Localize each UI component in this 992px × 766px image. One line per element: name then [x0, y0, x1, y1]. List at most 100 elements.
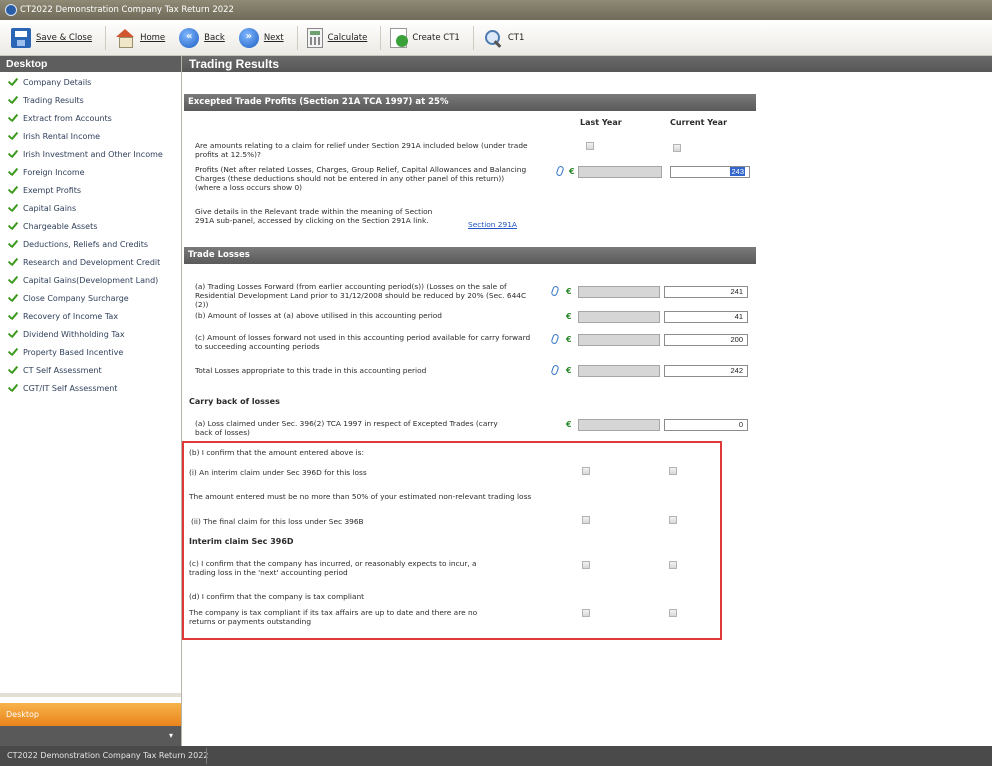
section-291a-current-year-checkbox[interactable] [673, 144, 681, 152]
sidebar-item-chargeable-assets[interactable]: Chargeable Assets [0, 218, 181, 236]
losses-utilised-current-year-field[interactable]: 41 [664, 311, 748, 323]
sidebar-item-label: Close Company Surcharge [23, 294, 129, 303]
checkmark-icon [7, 293, 19, 304]
toolbar: Save & Close Home Back Next Calculate Cr… [0, 20, 992, 56]
sidebar-item-extract-from-accounts[interactable]: Extract from Accounts [0, 110, 181, 128]
sidebar-item-label: Recovery of Income Tax [23, 312, 119, 321]
checkmark-icon [7, 347, 19, 358]
sidebar-item-research-development[interactable]: Research and Development Credit [0, 254, 181, 272]
section-291a-last-year-checkbox[interactable] [586, 142, 594, 150]
main-panel: Trading Results Excepted Trade Profits (… [182, 56, 992, 746]
checkmark-icon [7, 257, 19, 268]
sidebar-item-recovery-income-tax[interactable]: Recovery of Income Tax [0, 308, 181, 326]
calculate-button[interactable]: Calculate [302, 24, 373, 52]
next-button[interactable]: Next [234, 24, 289, 52]
interim-claim-title: Interim claim Sec 396D [189, 537, 294, 546]
sidebar-item-property-incentive[interactable]: Property Based Incentive [0, 344, 181, 362]
home-button[interactable]: Home [110, 24, 170, 52]
sidebar-item-capital-gains-development[interactable]: Capital Gains(Development Land) [0, 272, 181, 290]
save-close-button[interactable]: Save & Close [6, 24, 97, 52]
sidebar-item-label: CT Self Assessment [23, 366, 102, 375]
sidebar-item-label: Dividend Withholding Tax [23, 330, 125, 339]
sidebar-item-label: Capital Gains(Development Land) [23, 276, 159, 285]
interim-claim-label: (i) An interim claim under Sec 396D for … [189, 468, 367, 477]
total-losses-current-year-field[interactable]: 242 [664, 365, 748, 377]
attachment-icon[interactable] [550, 333, 560, 345]
interim-claim-last-year-checkbox[interactable] [582, 467, 590, 475]
profits-label: Profits (Net after related Losses, Charg… [195, 165, 527, 192]
sidebar-item-cgt-it-self-assessment[interactable]: CGT/IT Self Assessment [0, 380, 181, 398]
profits-current-year-value: 243 [730, 167, 745, 176]
attachment-icon[interactable] [555, 165, 565, 177]
total-losses-label: Total Losses appropriate to this trade i… [195, 366, 427, 375]
sidebar: Desktop Company Details Trading Results … [0, 56, 182, 746]
sidebar-item-close-company-surcharge[interactable]: Close Company Surcharge [0, 290, 181, 308]
excepted-trade-section-header: Excepted Trade Profits (Section 21A TCA … [184, 94, 756, 111]
losses-carry-forward-current-year-field[interactable]: 200 [664, 334, 748, 346]
status-separator [206, 748, 207, 764]
checkmark-icon [7, 77, 19, 88]
sidebar-item-label: Chargeable Assets [23, 222, 98, 231]
losses-carry-forward-label: (c) Amount of losses forward not used in… [195, 333, 531, 351]
create-document-icon [390, 27, 409, 48]
trading-losses-forward-label: (a) Trading Losses Forward (from earlier… [195, 282, 527, 309]
tax-compliant-current-year-checkbox[interactable] [669, 609, 677, 617]
profits-current-year-field[interactable]: 243 [670, 166, 750, 178]
checkmark-icon [7, 365, 19, 376]
sidebar-item-label: Company Details [23, 78, 92, 87]
section-291a-details-text: Give details in the Relevant trade withi… [195, 207, 433, 225]
back-button[interactable]: Back [174, 24, 230, 52]
sidebar-item-irish-investment[interactable]: Irish Investment and Other Income [0, 146, 181, 164]
losses-forward-current-year-field[interactable]: 241 [664, 286, 748, 298]
sidebar-item-exempt-profits[interactable]: Exempt Profits [0, 182, 181, 200]
attachment-icon[interactable] [550, 285, 560, 297]
final-claim-current-year-checkbox[interactable] [669, 516, 677, 524]
euro-icon: € [569, 167, 575, 176]
ct1-button[interactable]: CT1 [478, 24, 530, 52]
section-291a-link[interactable]: Section 291A [468, 220, 517, 229]
next-period-loss-current-year-checkbox[interactable] [669, 561, 677, 569]
sidebar-item-label: CGT/IT Self Assessment [23, 384, 118, 393]
sidebar-header: Desktop [0, 56, 181, 72]
home-icon [115, 28, 135, 48]
sidebar-item-label: Capital Gains [23, 204, 77, 213]
losses-utilised-last-year-field [578, 311, 660, 323]
loss-claimed-current-year-field[interactable]: 0 [664, 419, 748, 431]
sidebar-item-dividend-withholding[interactable]: Dividend Withholding Tax [0, 326, 181, 344]
sidebar-item-irish-rental-income[interactable]: Irish Rental Income [0, 128, 181, 146]
euro-icon: € [566, 366, 572, 375]
status-bar: CT2022 Demonstration Company Tax Return … [0, 746, 992, 766]
confirm-amount-label: (b) I confirm that the amount entered ab… [189, 448, 364, 457]
checkmark-icon [7, 113, 19, 124]
next-arrow-icon [238, 27, 259, 48]
ct1-label: CT1 [507, 32, 525, 43]
checkmark-icon [7, 311, 19, 322]
sidebar-item-trading-results[interactable]: Trading Results [0, 92, 181, 110]
create-ct1-button[interactable]: Create CT1 [385, 24, 464, 52]
sidebar-splitter[interactable] [0, 693, 181, 697]
checkmark-icon [7, 221, 19, 232]
sidebar-item-company-details[interactable]: Company Details [0, 74, 181, 92]
final-claim-last-year-checkbox[interactable] [582, 516, 590, 524]
sidebar-item-label: Irish Rental Income [23, 132, 101, 141]
toolbar-separator [296, 25, 298, 50]
attachment-icon[interactable] [550, 364, 560, 376]
tax-compliant-last-year-checkbox[interactable] [582, 609, 590, 617]
sidebar-item-deductions[interactable]: Deductions, Reliefs and Credits [0, 236, 181, 254]
desktop-button[interactable]: Desktop [0, 703, 181, 726]
sidebar-item-ct-self-assessment[interactable]: CT Self Assessment [0, 362, 181, 380]
toolbar-separator [105, 25, 107, 50]
next-period-loss-last-year-checkbox[interactable] [582, 561, 590, 569]
sidebar-footer: ▾ [0, 726, 181, 746]
calculator-icon [306, 27, 323, 48]
sidebar-item-label: Exempt Profits [23, 186, 82, 195]
sidebar-item-label: Irish Investment and Other Income [23, 150, 163, 159]
chevron-down-icon[interactable]: ▾ [169, 731, 173, 740]
losses-carry-forward-last-year-field [578, 334, 660, 346]
interim-claim-current-year-checkbox[interactable] [669, 467, 677, 475]
create-ct1-label: Create CT1 [412, 32, 460, 43]
sidebar-item-capital-gains[interactable]: Capital Gains [0, 200, 181, 218]
sidebar-item-label: Property Based Incentive [23, 348, 124, 357]
euro-icon: € [566, 287, 572, 296]
sidebar-item-foreign-income[interactable]: Foreign Income [0, 164, 181, 182]
